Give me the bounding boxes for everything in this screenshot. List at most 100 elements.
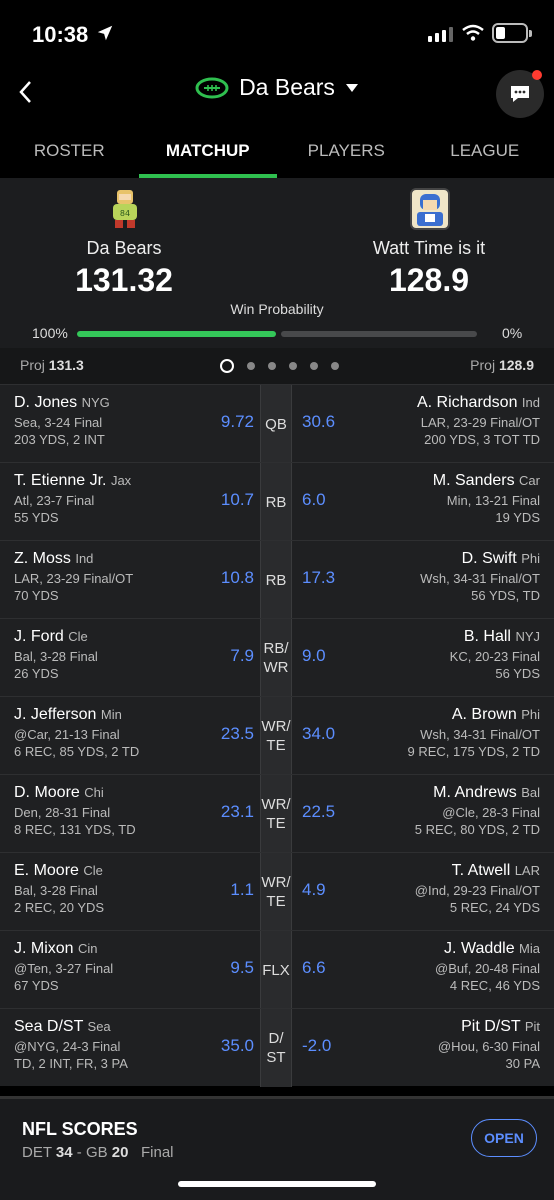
position-label: FLX — [260, 931, 292, 1009]
position-label: WR/TE — [260, 853, 292, 931]
left-player-stats: 8 REC, 131 YDS, TD — [14, 822, 136, 837]
right-player-stats: 200 YDS, 3 TOT TD — [424, 432, 540, 447]
left-player-game: @Car, 21-13 Final — [14, 727, 120, 742]
left-player-name: J. Mixon — [14, 940, 74, 957]
left-team-score: 131.32 — [75, 262, 173, 298]
left-player[interactable]: E. Moore Cle Bal, 3-28 Final 2 REC, 20 YDS — [14, 862, 214, 915]
left-player[interactable]: D. Jones NYG Sea, 3-24 Final 203 YDS, 2 IN… — [14, 394, 214, 447]
table-row[interactable]: Z. Moss Ind LAR, 23-29 Final/OT 70 YDS 10.8… — [0, 540, 554, 619]
left-player[interactable]: J. Mixon Cin @Ten, 3-27 Final 67 YDS — [14, 940, 214, 993]
team-switcher[interactable]: Da Bears — [0, 74, 554, 101]
left-player[interactable]: Sea D/ST Sea @NYG, 24-3 Final TD, 2 INT, F… — [14, 1018, 214, 1071]
right-player-name: M. Andrews — [433, 784, 517, 801]
right-player-stats: 19 YDS — [495, 510, 540, 525]
left-player-points: 23.5 — [220, 724, 254, 743]
right-player-game: Wsh, 34-31 Final/OT — [420, 727, 540, 742]
tab-bar: ROSTER MATCHUP PLAYERS LEAGUE — [0, 130, 554, 178]
right-player[interactable]: T. Atwell LAR @Ind, 29-23 Final/OT 5 REC, … — [320, 862, 540, 915]
right-player-team: Pit — [524, 1019, 540, 1034]
right-player-name: A. Richardson — [416, 394, 518, 411]
right-player[interactable]: A. Richardson Ind LAR, 23-29 Final/OT 200 … — [320, 394, 540, 447]
right-player[interactable]: A. Brown Phi Wsh, 34-31 Final/OT 9 REC, 17… — [320, 706, 540, 759]
chat-button[interactable] — [496, 70, 544, 118]
left-win-percent: 100% — [32, 325, 68, 341]
right-player-stats: 9 REC, 175 YDS, 2 TD — [407, 744, 540, 759]
left-player-game: Bal, 3-28 Final — [14, 883, 98, 898]
tab-roster[interactable]: ROSTER — [0, 130, 139, 178]
chat-bubble-icon — [511, 86, 529, 102]
battery-icon — [492, 23, 532, 43]
right-player-name: D. Swift — [461, 550, 517, 567]
right-projection: Proj 128.9 — [470, 357, 534, 373]
right-team-name: Watt Time is it — [372, 238, 486, 258]
right-player-stats: 4 REC, 46 YDS — [449, 978, 540, 993]
matchup-rows: D. Jones NYG Sea, 3-24 Final 203 YDS, 2 IN… — [0, 384, 554, 1087]
page-indicator[interactable] — [220, 359, 339, 373]
position-label: RB — [260, 541, 292, 619]
left-player-name: D. Moore — [14, 784, 80, 801]
tab-matchup[interactable]: MATCHUP — [138, 130, 278, 178]
right-player-team: Phi — [521, 551, 540, 566]
right-player[interactable]: M. Sanders Car Min, 13-21 Final 19 YDS — [320, 472, 540, 525]
left-player-game: Den, 28-31 Final — [14, 805, 111, 820]
right-win-percent: 0% — [502, 325, 523, 341]
right-player-stats: 56 YDS — [495, 666, 540, 681]
right-player-stats: 56 YDS, TD — [471, 588, 540, 603]
left-player[interactable]: Z. Moss Ind LAR, 23-29 Final/OT 70 YDS — [14, 550, 214, 603]
left-player[interactable]: T. Etienne Jr. Jax Atl, 23-7 Final 55 YDS — [14, 472, 214, 525]
left-player-stats: TD, 2 INT, FR, 3 PA — [14, 1056, 128, 1071]
right-player-name: M. Sanders — [432, 472, 515, 489]
right-player[interactable]: Pit D/ST Pit @Hou, 6-30 Final 30 PA — [320, 1018, 540, 1071]
win-probability-label: Win Probability — [230, 301, 324, 317]
left-team-avatar[interactable]: 84 — [105, 188, 145, 230]
left-player-game: Bal, 3-28 Final — [14, 649, 98, 664]
left-projection: Proj 131.3 — [20, 357, 84, 373]
matchup-summary: 84 Da Bears 131.32 Watt Time is it 128.9… — [0, 178, 554, 348]
right-team-score: 128.9 — [388, 262, 470, 298]
left-player-team: Cle — [83, 863, 103, 878]
left-player-stats: 26 YDS — [14, 666, 59, 681]
right-player[interactable]: D. Swift Phi Wsh, 34-31 Final/OT 56 YDS, T… — [320, 550, 540, 603]
right-player[interactable]: J. Waddle Mia @Buf, 20-48 Final 4 REC, 46 … — [320, 940, 540, 993]
table-row[interactable]: Sea D/ST Sea @NYG, 24-3 Final TD, 2 INT, F… — [0, 1008, 554, 1087]
right-player-team: Mia — [519, 941, 540, 956]
left-player-points: 9.72 — [220, 412, 254, 431]
table-row[interactable]: J. Mixon Cin @Ten, 3-27 Final 67 YDS 9.5 FLX… — [0, 930, 554, 1009]
left-player[interactable]: J. Jefferson Min @Car, 21-13 Final 6 REC, … — [14, 706, 214, 759]
left-player-team: Cin — [78, 941, 98, 956]
scores-title: NFL SCORES — [22, 1119, 138, 1139]
position-label: QB — [260, 385, 292, 463]
status-time: 10:38 — [32, 22, 89, 47]
right-player[interactable]: M. Andrews Bal @Cle, 28-3 Final 5 REC, 80 … — [320, 784, 540, 837]
position-label: D/ST — [260, 1009, 292, 1087]
position-label: RB — [260, 463, 292, 541]
left-player-points: 1.1 — [230, 880, 254, 899]
app-header: Da Bears — [0, 70, 554, 120]
left-player-team: Min — [100, 707, 122, 722]
table-row[interactable]: T. Etienne Jr. Jax Atl, 23-7 Final 55 YDS 1… — [0, 462, 554, 541]
score-line: DET 34 - GB 20 Final — [22, 1144, 174, 1161]
open-scores-button[interactable]: OPEN — [471, 1119, 537, 1157]
tab-players[interactable]: PLAYERS — [277, 130, 416, 178]
right-player[interactable]: B. Hall NYJ KC, 20-23 Final 56 YDS — [320, 628, 540, 681]
left-player-game: Sea, 3-24 Final — [14, 415, 103, 430]
right-player-team: Bal — [521, 785, 540, 800]
table-row[interactable]: E. Moore Cle Bal, 3-28 Final 2 REC, 20 YDS… — [0, 852, 554, 931]
left-player-points: 23.1 — [220, 802, 254, 821]
right-team-avatar[interactable] — [410, 188, 450, 230]
table-row[interactable]: D. Moore Chi Den, 28-31 Final 8 REC, 131 Y… — [0, 774, 554, 853]
left-player-team: Sea — [87, 1019, 111, 1034]
table-row[interactable]: J. Jefferson Min @Car, 21-13 Final 6 REC, … — [0, 696, 554, 775]
right-win-bar — [281, 331, 477, 337]
left-player-name: E. Moore — [14, 862, 79, 879]
table-row[interactable]: D. Jones NYG Sea, 3-24 Final 203 YDS, 2 IN… — [0, 384, 554, 463]
left-player-points: 9.5 — [230, 958, 254, 977]
right-player-game: KC, 20-23 Final — [449, 649, 540, 664]
tab-league[interactable]: LEAGUE — [416, 130, 554, 178]
left-player-name: Z. Moss — [14, 550, 71, 567]
left-player[interactable]: J. Ford Cle Bal, 3-28 Final 26 YDS — [14, 628, 214, 681]
right-player-name: Pit D/ST — [461, 1018, 521, 1035]
left-player[interactable]: D. Moore Chi Den, 28-31 Final 8 REC, 131 Y… — [14, 784, 214, 837]
wifi-icon — [462, 24, 484, 41]
table-row[interactable]: J. Ford Cle Bal, 3-28 Final 26 YDS 7.9 RB/WR… — [0, 618, 554, 697]
